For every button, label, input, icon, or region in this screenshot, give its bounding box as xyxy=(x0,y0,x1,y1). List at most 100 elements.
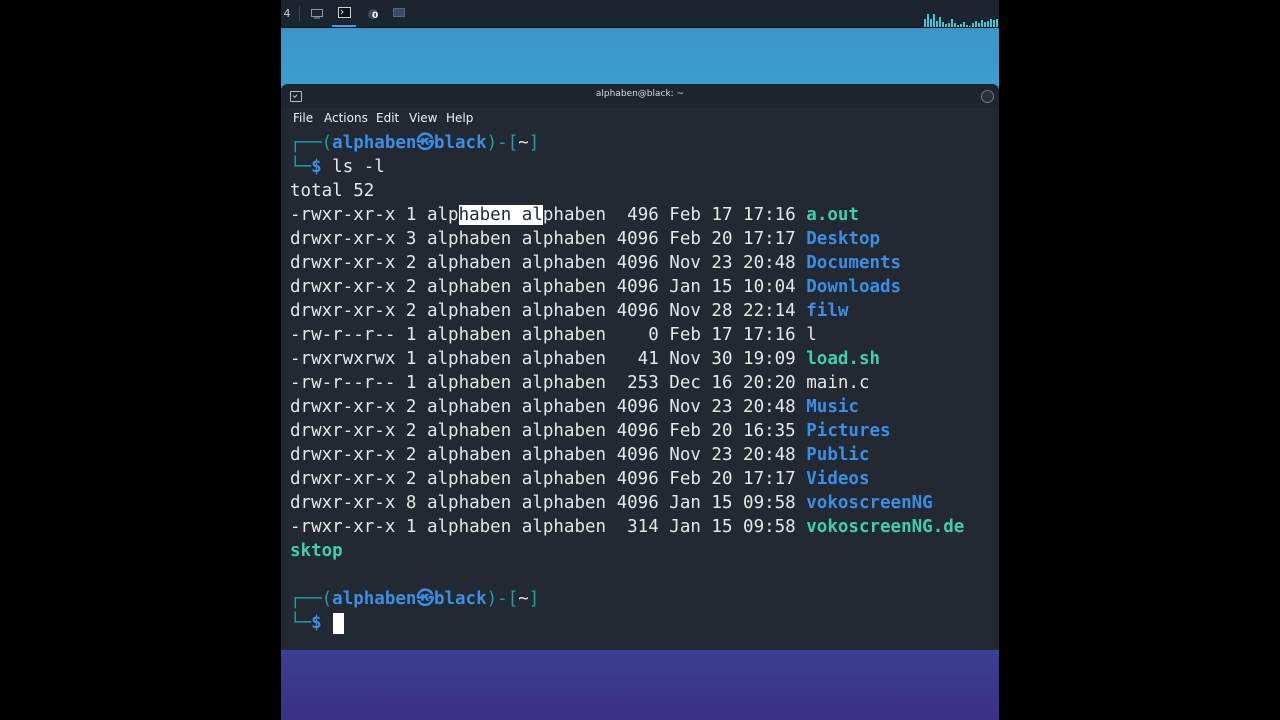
listing-meta: drwxr-xr-x 3 alphaben alphaben 4096 Feb … xyxy=(290,229,807,249)
listing-meta: drwxr-xr-x 2 alphaben alphaben 4096 Nov … xyxy=(290,301,807,321)
listing-row: drwxr-xr-x 2 alphaben alphaben 4096 Nov … xyxy=(290,443,869,467)
menu-help[interactable]: Help xyxy=(446,111,473,125)
file-name: Pictures xyxy=(806,421,891,441)
cpu-graph-bar xyxy=(942,22,944,27)
cpu-graph-bar xyxy=(966,25,968,27)
cpu-graph-bar xyxy=(933,14,935,27)
listing-meta: -rw-r--r-- 1 alphaben alphaben 0 Feb 17 … xyxy=(290,325,807,345)
prompt-user: alphaben xyxy=(332,133,417,153)
menu-actions[interactable]: Actions xyxy=(324,111,368,125)
top-panel: 4 0 xyxy=(281,0,999,28)
listing-meta: drwxr-xr-x 2 alphaben alphaben 4096 Nov … xyxy=(290,253,807,273)
prompt-input-line: └─$ ls -l xyxy=(290,155,385,179)
menu-file[interactable]: File xyxy=(293,111,313,125)
cpu-graph-bar xyxy=(978,23,980,27)
listing-meta: -rwxr-xr-x 1 alp xyxy=(290,205,459,225)
listing-meta: drwxr-xr-x 2 alphaben alphaben 4096 Jan … xyxy=(290,277,807,297)
cpu-graph-bar xyxy=(963,22,965,27)
file-name: Public xyxy=(806,445,870,465)
cpu-graph-bar xyxy=(954,23,956,27)
prompt-user: alphaben xyxy=(332,589,417,609)
prompt-frame: ] xyxy=(528,133,540,153)
cpu-graph[interactable] xyxy=(924,12,999,27)
cpu-graph-bar xyxy=(948,23,950,27)
listing-row: drwxr-xr-x 2 alphaben alphaben 4096 Nov … xyxy=(290,299,848,323)
cpu-graph-bar xyxy=(924,19,926,27)
panel-separator xyxy=(299,6,300,21)
file-name: main.c xyxy=(806,373,870,393)
screen-icon[interactable] xyxy=(387,0,411,27)
terminal-icon[interactable] xyxy=(332,0,356,27)
prompt-input-line: └─$ xyxy=(290,611,322,635)
file-name: a.out xyxy=(806,205,859,225)
cpu-graph-bar xyxy=(945,24,947,27)
prompt-frame: └─ xyxy=(290,613,312,633)
cpu-graph-bar xyxy=(951,19,953,27)
file-name: filw xyxy=(806,301,849,321)
listing-meta: -rwxr-xr-x 1 alphaben alphaben 314 Jan 1… xyxy=(290,517,807,537)
cpu-graph-bar xyxy=(936,21,938,27)
prompt-at-symbol: ㉿ xyxy=(416,133,434,153)
listing-row: drwxr-xr-x 3 alphaben alphaben 4096 Feb … xyxy=(290,227,880,251)
prompt-host: black xyxy=(433,133,487,153)
total-line: total 52 xyxy=(290,181,375,201)
cpu-graph-bar xyxy=(930,19,932,27)
cpu-graph-bar xyxy=(993,20,995,27)
file-name: vokoscreenNG xyxy=(806,493,933,513)
listing-meta: drwxr-xr-x 2 alphaben alphaben 4096 Nov … xyxy=(290,397,807,417)
cpu-graph-bar xyxy=(960,24,962,27)
file-name: load.sh xyxy=(806,349,881,369)
record-badge: 0 xyxy=(372,11,379,21)
listing-row: drwxr-xr-x 8 alphaben alphaben 4096 Jan … xyxy=(290,491,933,515)
desktop-screen: 4 0 alphaben@black: ~ File Actions Edit … xyxy=(281,0,999,720)
close-button[interactable] xyxy=(981,90,994,103)
desktop-icon[interactable] xyxy=(305,0,329,27)
cpu-graph-bar xyxy=(996,19,998,27)
terminal-output[interactable]: ┌──(alphaben㉿black)-[~] └─$ ls -l total 52… xyxy=(281,130,999,650)
file-name: Downloads xyxy=(806,277,902,297)
menu-edit[interactable]: Edit xyxy=(376,111,399,125)
record-icon[interactable]: 0 xyxy=(361,0,385,27)
listing-meta: drwxr-xr-x 2 alphaben alphaben 4096 Feb … xyxy=(290,469,807,489)
listing-row: -rwxr-xr-x 1 alphaben alphaben 314 Jan 1… xyxy=(290,515,964,539)
menu-view[interactable]: View xyxy=(409,111,437,125)
menu-bar: File Actions Edit View Help xyxy=(281,108,999,130)
prompt-frame: ┌──( xyxy=(290,589,333,609)
prompt-frame: └─ xyxy=(290,157,312,177)
file-name: Documents xyxy=(806,253,902,273)
prompt-frame: )-[ xyxy=(486,133,519,153)
listing-row: -rw-r--r-- 1 alphaben alphaben 253 Dec 1… xyxy=(290,371,869,395)
cpu-graph-bar xyxy=(927,14,929,27)
text-selection: haben al xyxy=(458,205,543,225)
cpu-graph-bar xyxy=(981,20,983,27)
listing-row-wrap: sktop xyxy=(290,539,343,563)
prompt-frame: )-[ xyxy=(486,589,519,609)
prompt-directory: ~ xyxy=(518,133,529,153)
listing-meta: drwxr-xr-x 2 alphaben alphaben 4096 Feb … xyxy=(290,421,807,441)
cpu-graph-bar xyxy=(957,25,959,27)
workspace-indicator[interactable]: 4 xyxy=(281,0,293,27)
listing-meta: -rwxrwxrwx 1 alphaben alphaben 41 Nov 30… xyxy=(290,349,807,369)
file-name: Desktop xyxy=(806,229,881,249)
cpu-graph-bar xyxy=(939,17,941,27)
listing-row: drwxr-xr-x 2 alphaben alphaben 4096 Nov … xyxy=(290,251,901,275)
listing-row: drwxr-xr-x 2 alphaben alphaben 4096 Jan … xyxy=(290,275,901,299)
cpu-graph-bar xyxy=(987,21,989,27)
window-titlebar[interactable]: alphaben@black: ~ xyxy=(281,84,999,108)
listing-meta: drwxr-xr-x 2 alphaben alphaben 4096 Nov … xyxy=(290,445,807,465)
prompt-dollar: $ xyxy=(311,157,322,177)
prompt-header: ┌──(alphaben㉿black)-[~] xyxy=(290,131,539,155)
prompt-at-symbol: ㉿ xyxy=(416,589,434,609)
listing-row: -rw-r--r-- 1 alphaben alphaben 0 Feb 17 … xyxy=(290,323,817,347)
file-name-wrapped: sktop xyxy=(290,541,343,561)
file-name: Videos xyxy=(806,469,870,489)
cpu-graph-bar xyxy=(990,19,992,27)
prompt-frame: ┌──( xyxy=(290,133,333,153)
prompt-directory: ~ xyxy=(518,589,529,609)
listing-meta: drwxr-xr-x 8 alphaben alphaben 4096 Jan … xyxy=(290,493,807,513)
file-name: l xyxy=(806,325,817,345)
listing-row: -rwxr-xr-x 1 alphaben alphaben 496 Feb 1… xyxy=(290,203,859,227)
file-name: Music xyxy=(806,397,859,417)
listing-meta: phaben 496 Feb 17 17:16 xyxy=(542,205,807,225)
file-name: vokoscreenNG.de xyxy=(806,517,965,537)
